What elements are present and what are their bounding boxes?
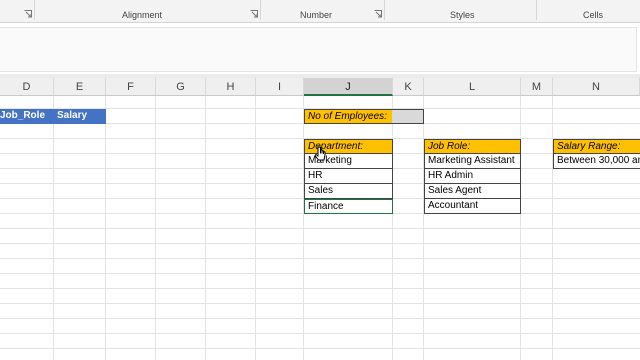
grid-line	[0, 318, 640, 319]
table-header-job-role[interactable]: Job_Role	[0, 109, 54, 124]
column-header-k[interactable]: K	[393, 78, 424, 96]
alignment-dialog-launcher-icon[interactable]	[250, 10, 258, 18]
grid-line	[0, 333, 640, 334]
ribbon-separator	[34, 0, 35, 20]
salary-range-label[interactable]: Salary Range:	[553, 139, 640, 154]
job-role-item-marketing-assistant[interactable]: Marketing Assistant	[424, 154, 521, 169]
table-header-salary[interactable]: Salary	[54, 109, 106, 124]
ribbon: Alignment Number Styles Cells	[0, 0, 640, 23]
formula-bar-area	[0, 23, 640, 73]
ribbon-separator	[384, 0, 385, 20]
number-dialog-launcher-icon[interactable]	[374, 10, 382, 18]
column-header-h[interactable]: H	[206, 78, 256, 96]
ribbon-separator	[536, 0, 537, 20]
grid-line	[0, 273, 640, 274]
ribbon-group-number: Number	[300, 10, 333, 20]
column-header-d[interactable]: D	[0, 78, 54, 96]
job-role-item-hr-admin[interactable]: HR Admin	[424, 169, 521, 184]
department-item-hr[interactable]: HR	[304, 169, 393, 184]
column-header-m[interactable]: M	[521, 78, 553, 96]
column-header-e[interactable]: E	[54, 78, 106, 96]
column-header-n[interactable]: N	[553, 78, 640, 96]
ribbon-group-alignment: Alignment	[122, 10, 163, 20]
department-item-finance[interactable]: Finance	[304, 199, 393, 214]
no-of-employees-value[interactable]	[392, 109, 424, 124]
column-header-g[interactable]: G	[156, 78, 206, 96]
grid-line	[0, 258, 640, 259]
department-item-sales[interactable]: Sales	[304, 184, 393, 199]
font-dialog-launcher-icon[interactable]	[24, 10, 32, 18]
grid-line	[0, 243, 640, 244]
job-role-label[interactable]: Job Role:	[424, 139, 521, 154]
mouse-cursor-icon	[314, 146, 328, 162]
job-role-item-sales-agent[interactable]: Sales Agent	[424, 184, 521, 199]
column-header-l[interactable]: L	[424, 78, 521, 96]
grid-line	[0, 303, 640, 304]
no-of-employees-label[interactable]: No of Employees:	[304, 109, 393, 124]
grid-line	[0, 348, 640, 349]
column-header-i[interactable]: I	[256, 78, 304, 96]
formula-bar[interactable]	[0, 27, 637, 72]
salary-range-value[interactable]: Between 30,000 an	[553, 154, 640, 169]
column-header-f[interactable]: F	[106, 78, 156, 96]
ribbon-group-cells: Cells	[583, 10, 604, 20]
column-header-j[interactable]: J	[304, 78, 393, 96]
job-role-item-accountant[interactable]: Accountant	[424, 199, 521, 214]
ribbon-group-styles: Styles	[450, 10, 475, 20]
grid-line	[0, 288, 640, 289]
ribbon-separator	[260, 0, 261, 20]
worksheet-grid[interactable]	[0, 96, 640, 360]
grid-line	[0, 228, 640, 229]
